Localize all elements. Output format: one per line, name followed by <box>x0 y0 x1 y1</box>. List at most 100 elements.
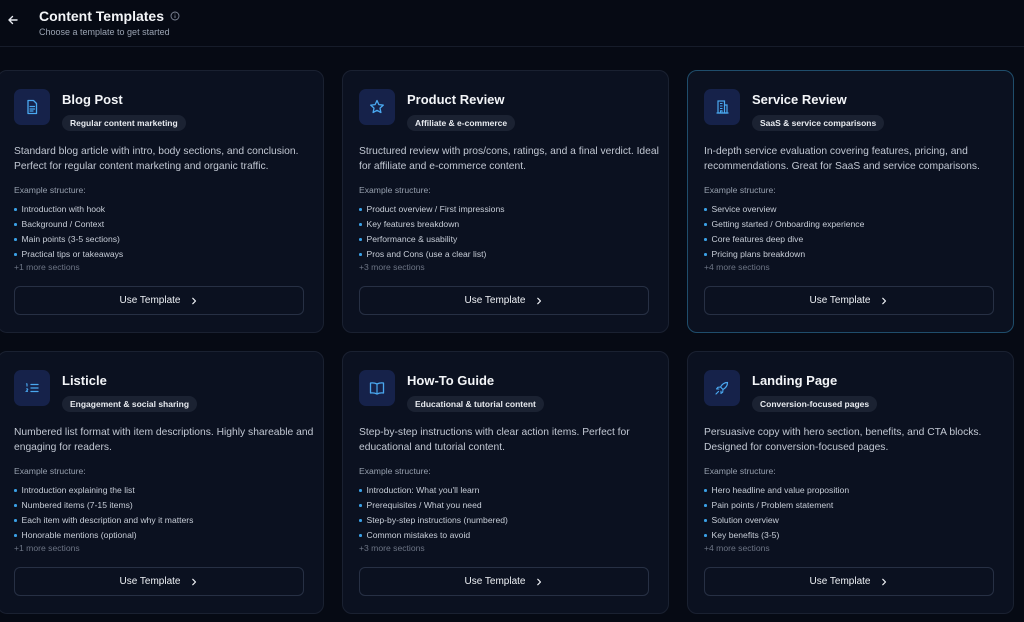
template-description: Standard blog article with intro, body s… <box>14 146 299 172</box>
use-template-label: Use Template <box>464 295 526 306</box>
bullet-dot <box>359 238 362 241</box>
use-template-label: Use Template <box>119 295 181 306</box>
section-list: Introduction with hook Background / Conte… <box>14 202 123 262</box>
template-description: Structured review with pros/cons, rating… <box>359 146 659 172</box>
template-description: Step-by-step instructions with clear act… <box>359 427 630 453</box>
section-item-label: Main points (3-5 sections) <box>21 234 120 244</box>
section-item-label: Practical tips or takeaways <box>21 249 124 259</box>
more-sections-count: +3 more sections <box>359 543 425 553</box>
section-item-label: Pain points / Problem statement <box>711 500 834 510</box>
more-sections-count: +4 more sections <box>704 543 770 553</box>
section-item-label: Common mistakes to avoid <box>366 530 471 540</box>
template-icon-box <box>704 370 740 406</box>
template-card-how-to-guide[interactable]: How-To Guide Educational & tutorial conte… <box>342 351 669 614</box>
template-icon-box <box>704 89 740 125</box>
bullet-dot <box>359 208 362 211</box>
section-item-label: Each item with description and why it ma… <box>21 515 194 525</box>
template-card-blog-post[interactable]: Blog Post Regular content marketing Standa… <box>0 70 324 333</box>
template-title: Listicle <box>62 373 107 388</box>
section-item: Prerequisites / What you need <box>359 498 508 513</box>
section-item: Pricing plans breakdown <box>704 247 864 262</box>
example-structure-label: Example structure: <box>14 466 86 476</box>
info-icon[interactable] <box>170 11 180 21</box>
bullet-dot <box>14 489 17 492</box>
arrow-left-icon <box>8 15 18 25</box>
section-item: Performance & usability <box>359 232 505 247</box>
section-item: Pros and Cons (use a clear list) <box>359 247 505 262</box>
bullet-dot <box>704 253 707 256</box>
example-structure-label: Example structure: <box>704 466 776 476</box>
more-sections-count: +4 more sections <box>704 262 770 272</box>
template-card-listicle[interactable]: Listicle Engagement & social sharing Numbe… <box>0 351 324 614</box>
template-description: Persuasive copy with hero section, benef… <box>704 427 982 453</box>
bullet-dot <box>14 534 17 537</box>
section-list: Service overview Getting started / Onboar… <box>704 202 864 262</box>
use-template-button[interactable]: Use Template <box>359 286 649 315</box>
section-item-label: Numbered items (7-15 items) <box>21 500 133 510</box>
section-list: Hero headline and value proposition Pain … <box>704 483 849 543</box>
template-badge: SaaS & service comparisons <box>752 115 885 131</box>
template-card-service-review[interactable]: Service Review SaaS & service comparisons… <box>687 70 1014 333</box>
page-subtitle: Choose a template to get started <box>39 27 170 37</box>
section-item: Key benefits (3-5) <box>704 528 849 543</box>
template-card-landing-page[interactable]: Landing Page Conversion-focused pages Pers… <box>687 351 1014 614</box>
section-item-label: Core features deep dive <box>711 234 804 244</box>
use-template-button[interactable]: Use Template <box>14 567 304 596</box>
section-item: Practical tips or takeaways <box>14 247 123 262</box>
template-icon-box <box>359 89 395 125</box>
section-item: Introduction explaining the list <box>14 483 193 498</box>
template-card-product-review[interactable]: Product Review Affiliate & e-commerce Stru… <box>342 70 669 333</box>
use-template-button[interactable]: Use Template <box>704 286 994 315</box>
example-structure-label: Example structure: <box>704 185 776 195</box>
use-template-button[interactable]: Use Template <box>704 567 994 596</box>
more-sections-count: +3 more sections <box>359 262 425 272</box>
chevron-right-icon <box>535 578 543 586</box>
rocket-icon <box>715 381 729 395</box>
section-item: Introduction with hook <box>14 202 123 217</box>
bullet-dot <box>704 238 707 241</box>
example-structure-label: Example structure: <box>359 466 431 476</box>
list-icon <box>25 383 39 393</box>
template-badge: Affiliate & e-commerce <box>407 115 516 131</box>
bullet-dot <box>359 504 362 507</box>
template-title: Product Review <box>407 92 505 107</box>
section-item: Background / Context <box>14 217 123 232</box>
bullet-dot <box>704 489 707 492</box>
section-list: Introduction explaining the list Numbered… <box>14 483 193 543</box>
template-icon-box <box>14 370 50 406</box>
section-item: Solution overview <box>704 513 849 528</box>
chevron-right-icon <box>880 297 888 305</box>
more-sections-count: +1 more sections <box>14 262 80 272</box>
section-item: Key features breakdown <box>359 217 505 232</box>
bullet-dot <box>359 534 362 537</box>
section-item-label: Key benefits (3-5) <box>711 530 780 540</box>
bullet-dot <box>704 534 707 537</box>
section-item-label: Step-by-step instructions (numbered) <box>366 515 508 525</box>
bullet-dot <box>14 504 17 507</box>
page-title: Content Templates <box>39 8 164 24</box>
section-item-label: Performance & usability <box>366 234 458 244</box>
back-button[interactable] <box>5 12 21 28</box>
bullet-dot <box>704 208 707 211</box>
section-item-label: Product overview / First impressions <box>366 204 505 214</box>
chevron-right-icon <box>880 578 888 586</box>
section-item-label: Getting started / Onboarding experience <box>711 219 865 229</box>
section-list: Introduction: What you'll learn Prerequis… <box>359 483 508 543</box>
bullet-dot <box>359 489 362 492</box>
section-item: Honorable mentions (optional) <box>14 528 193 543</box>
building-icon <box>716 100 729 114</box>
section-item: Getting started / Onboarding experience <box>704 217 864 232</box>
use-template-button[interactable]: Use Template <box>359 567 649 596</box>
template-description: Numbered list format with item descripti… <box>14 427 314 453</box>
section-item: Product overview / First impressions <box>359 202 505 217</box>
use-template-button[interactable]: Use Template <box>14 286 304 315</box>
chevron-right-icon <box>190 297 198 305</box>
title-block: Content Templates Choose a template to g… <box>39 8 180 37</box>
use-template-label: Use Template <box>809 295 871 306</box>
bullet-dot <box>359 223 362 226</box>
template-icon-box <box>359 370 395 406</box>
bullet-dot <box>14 519 17 522</box>
bullet-dot <box>704 519 707 522</box>
section-item: Service overview <box>704 202 864 217</box>
template-badge: Engagement & social sharing <box>62 396 198 412</box>
